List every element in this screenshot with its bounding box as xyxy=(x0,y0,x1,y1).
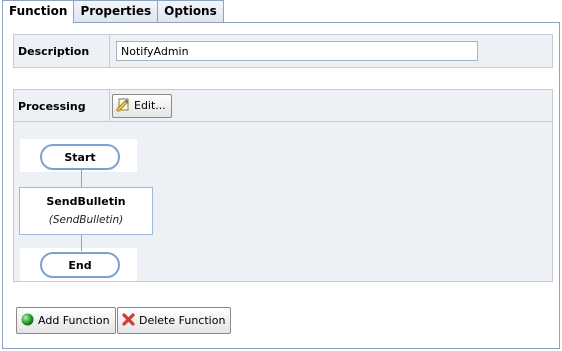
edit-button-label: Edit... xyxy=(134,99,166,112)
description-value-cell xyxy=(110,35,552,67)
processing-value-cell: Edit... xyxy=(110,90,552,121)
tab-bar: Function Properties Options xyxy=(2,0,224,23)
function-panel: Description Processing Edit... xyxy=(2,22,560,349)
flow-step-subtitle: (SendBulletin) xyxy=(48,214,124,226)
description-input[interactable] xyxy=(116,41,478,61)
flow-end-node[interactable]: End xyxy=(40,252,120,278)
processing-label: Processing xyxy=(14,90,110,122)
delete-function-label: Delete Function xyxy=(139,314,226,327)
flow-step-node[interactable]: SendBulletin (SendBulletin) xyxy=(19,187,153,235)
green-circle-icon xyxy=(20,312,38,330)
add-function-label: Add Function xyxy=(38,314,110,327)
tab-function[interactable]: Function xyxy=(2,0,75,23)
delete-function-button[interactable]: Delete Function xyxy=(117,307,232,334)
tab-options[interactable]: Options xyxy=(157,0,224,22)
add-function-button[interactable]: Add Function xyxy=(16,307,116,334)
description-row: Description xyxy=(13,34,553,68)
connector-line xyxy=(81,170,82,187)
flow-step-name: SendBulletin xyxy=(46,195,126,208)
processing-section: Processing Edit... Start SendBulletin (S… xyxy=(13,89,553,282)
flow-start-node[interactable]: Start xyxy=(40,144,120,170)
tab-properties[interactable]: Properties xyxy=(73,0,159,22)
edit-document-icon xyxy=(116,97,134,115)
description-label: Description xyxy=(14,35,110,67)
connector-line xyxy=(81,235,82,251)
edit-button[interactable]: Edit... xyxy=(112,93,172,118)
red-x-icon xyxy=(121,312,139,330)
processing-header: Processing Edit... xyxy=(14,90,552,122)
